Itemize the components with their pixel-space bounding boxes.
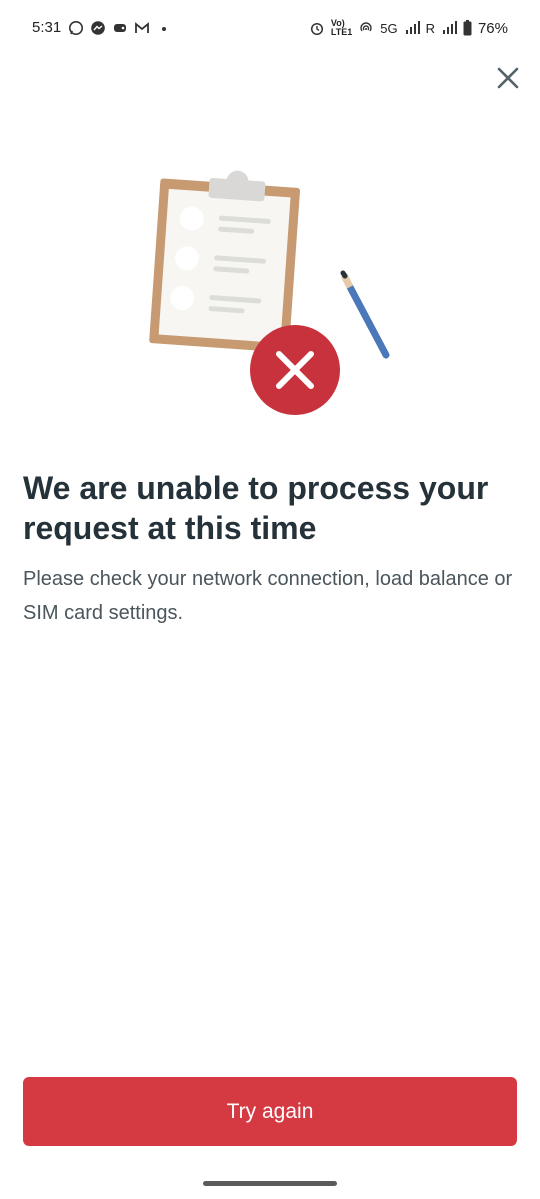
clipboard [149,170,300,353]
signal-icon [405,21,420,34]
close-icon[interactable] [494,64,522,92]
network-type: 5G [380,20,398,36]
home-indicator[interactable] [203,1181,337,1186]
messenger-icon [91,21,105,35]
pencil [340,270,390,359]
game-icon [114,24,126,32]
status-bar: 5:31 Vo) LTE1 5G R 76% [0,0,540,58]
dot-icon [162,27,166,31]
status-time: 5:31 [32,19,62,36]
notification-icons [68,20,172,36]
error-badge [250,325,340,415]
signal-icon [442,21,457,34]
hotspot-icon [360,22,372,32]
roaming-indicator: R [425,20,435,36]
error-message: Please check your network connection, lo… [23,568,513,624]
battery-icon [463,20,472,36]
error-title: We are unable to process your request at… [23,470,489,546]
clipboard-error-illustration [149,170,390,415]
battery-level: 76% [477,19,508,37]
system-status: Vo) LTE1 5G R 76% [309,19,508,37]
alarm-icon [310,22,323,36]
lte-label: LTE1 [330,27,353,37]
gmail-icon [135,22,149,33]
volte-indicator: Vo) LTE1 [331,19,352,37]
try-again-button[interactable]: Try again [23,1077,517,1146]
whatsapp-icon [69,21,83,35]
